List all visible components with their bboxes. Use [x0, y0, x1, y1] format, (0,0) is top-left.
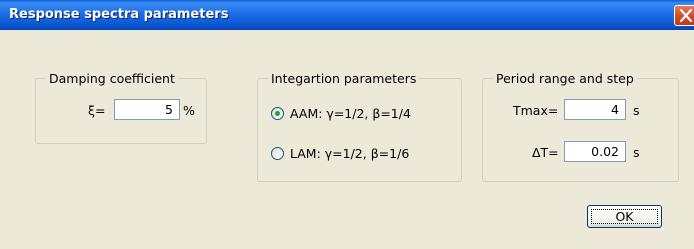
radio-selected-dot — [275, 111, 280, 116]
integration-group: Integartion parameters — [257, 71, 462, 182]
close-button[interactable] — [674, 5, 694, 26]
xi-label: ξ= — [88, 103, 106, 118]
period-legend: Period range and step — [493, 71, 637, 86]
tmax-label: Tmax= — [513, 103, 559, 118]
focus-rect — [591, 209, 658, 224]
radio-aam-label[interactable]: AAM: γ=1/2, β=1/4 — [290, 106, 411, 121]
radio-aam[interactable] — [271, 107, 284, 120]
radio-lam-label[interactable]: LAM: γ=1/2, β=1/6 — [290, 146, 409, 161]
period-group: Period range and step — [482, 71, 679, 182]
window-title: Response spectra parameters — [9, 7, 229, 22]
damping-input[interactable]: 5 — [114, 99, 180, 120]
close-icon — [679, 9, 693, 22]
dt-unit: s — [633, 145, 640, 160]
dt-input[interactable]: 0.02 — [564, 141, 626, 162]
ok-button[interactable]: OK — [587, 205, 662, 228]
title-bar: Response spectra parameters — [0, 0, 694, 30]
tmax-unit: s — [633, 103, 640, 118]
radio-lam[interactable] — [271, 147, 284, 160]
integration-legend: Integartion parameters — [268, 71, 420, 86]
dt-label: ΔT= — [532, 145, 559, 160]
damping-unit: % — [183, 103, 195, 118]
damping-legend: Damping coefficient — [46, 71, 178, 86]
tmax-input[interactable]: 4 — [564, 99, 626, 120]
